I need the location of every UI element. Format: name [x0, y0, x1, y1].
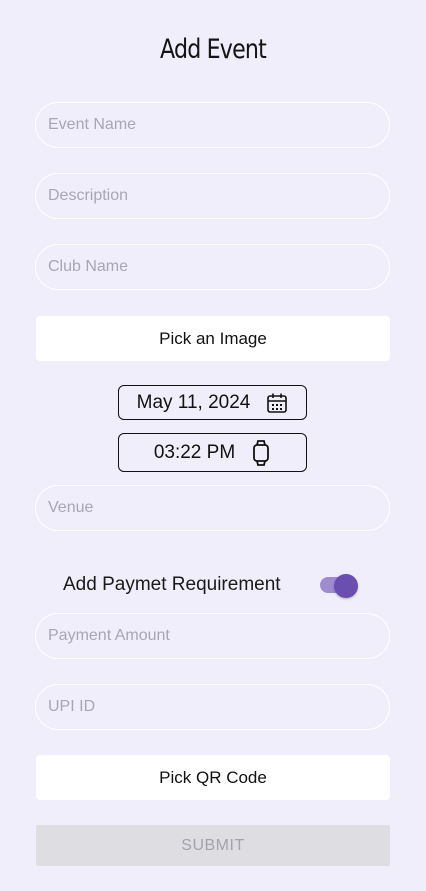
page-title: Add Event [160, 34, 267, 65]
pick-image-button[interactable]: Pick an Image [36, 316, 390, 361]
description-input[interactable] [35, 173, 390, 219]
pick-qr-code-button[interactable]: Pick QR Code [36, 755, 390, 800]
toggle-knob [334, 574, 358, 598]
time-value: 03:22 PM [153, 441, 236, 463]
submit-label: SUBMIT [181, 836, 245, 854]
calendar-icon [266, 392, 288, 414]
date-value: May 11, 2024 [136, 391, 251, 413]
date-picker-button[interactable]: May 11, 2024 [118, 385, 307, 420]
payment-requirement-toggle[interactable] [320, 574, 358, 598]
pick-qr-code-label: Pick QR Code [159, 767, 267, 787]
pick-image-label: Pick an Image [159, 328, 267, 348]
time-picker-button[interactable]: 03:22 PM [118, 433, 307, 472]
club-name-input[interactable] [35, 244, 390, 290]
upi-id-input[interactable] [35, 684, 390, 730]
watch-icon [251, 439, 271, 467]
venue-input[interactable] [35, 485, 390, 531]
payment-requirement-row: Add Paymet Requirement [63, 572, 363, 598]
payment-amount-input[interactable] [35, 613, 390, 659]
submit-button[interactable]: SUBMIT [36, 825, 390, 866]
payment-requirement-label: Add Paymet Requirement [63, 574, 281, 595]
event-name-input[interactable] [35, 102, 390, 148]
